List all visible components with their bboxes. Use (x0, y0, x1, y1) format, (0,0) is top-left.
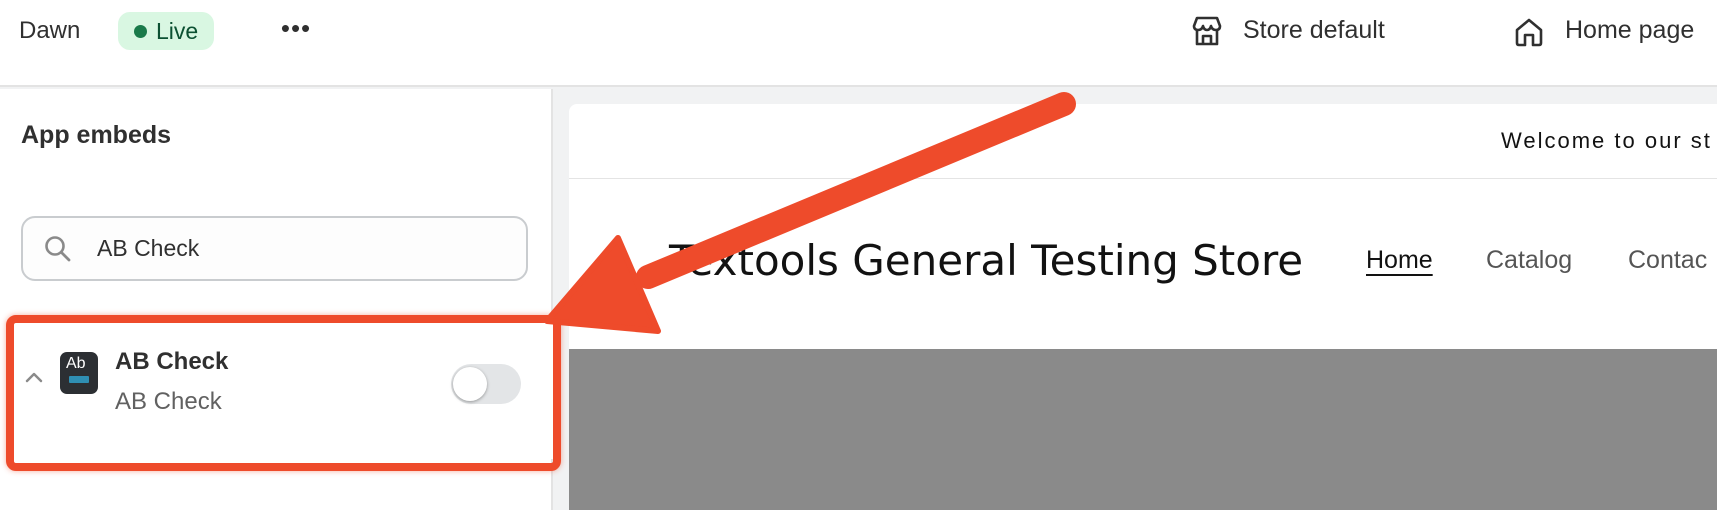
app-embed-item[interactable]: Ab AB Check AB Check (0, 314, 553, 459)
theme-editor: Dawn Live ••• Store default Home page Ap… (0, 0, 1717, 510)
live-dot-icon (134, 25, 147, 38)
store-icon (1192, 16, 1222, 46)
app-embeds-search[interactable] (21, 216, 528, 281)
theme-name: Dawn (19, 17, 81, 44)
embed-title: AB Check (115, 348, 229, 375)
announcement-bar: Welcome to our st (569, 104, 1717, 179)
store-selector[interactable]: Store default (1243, 16, 1385, 45)
nav-catalog[interactable]: Catalog (1486, 246, 1572, 275)
sidebar-title: App embeds (21, 121, 172, 149)
store-preview: Welcome to our st Textools General Testi… (569, 104, 1717, 510)
toggle-knob (453, 367, 487, 401)
nav-home[interactable]: Home (1366, 246, 1433, 275)
chevron-up-icon[interactable] (22, 366, 46, 390)
app-icon: Ab (60, 352, 98, 394)
store-name[interactable]: Textools General Testing Store (669, 236, 1303, 285)
page-selector[interactable]: Home page (1565, 16, 1694, 45)
live-label: Live (156, 18, 199, 44)
home-icon (1515, 18, 1543, 47)
app-icon-label: Ab (66, 355, 86, 372)
search-icon (45, 236, 71, 262)
ellipsis-icon: ••• (280, 13, 312, 43)
embed-subtitle: AB Check (115, 388, 222, 415)
more-actions-button[interactable]: ••• (276, 10, 316, 50)
app-embeds-sidebar: App embeds Ab AB Check AB Check (0, 89, 553, 510)
search-input[interactable] (97, 218, 497, 279)
top-bar: Dawn Live ••• Store default Home page (0, 0, 1717, 87)
announcement-text: Welcome to our st (1501, 128, 1712, 153)
live-status-badge: Live (118, 12, 215, 50)
embed-toggle[interactable] (451, 364, 521, 404)
nav-contact[interactable]: Contac (1628, 246, 1707, 275)
hero-banner-image (569, 349, 1717, 510)
app-icon-bar (69, 376, 89, 383)
